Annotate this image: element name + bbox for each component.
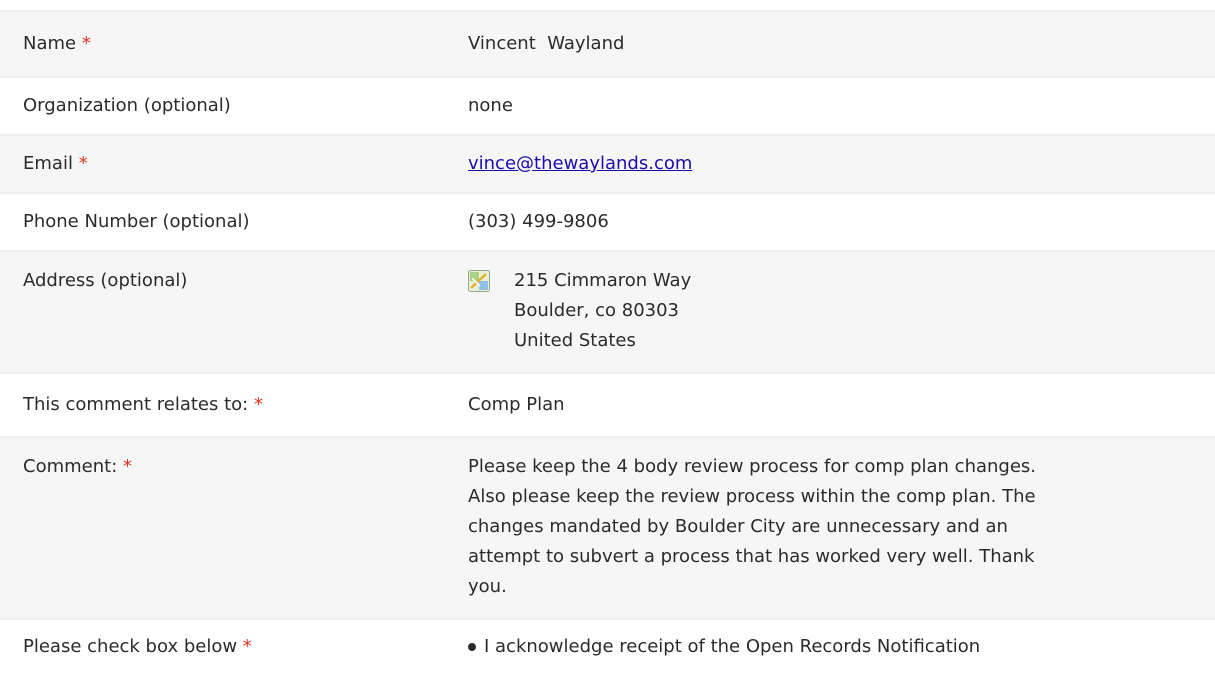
acknowledgement-list: I acknowledge receipt of the Open Record…	[468, 632, 1215, 662]
row-email: Email * vince@thewaylands.com	[0, 134, 1215, 192]
row-phone: Phone Number (optional) (303) 499-9806	[0, 192, 1215, 250]
address-line: 215 Cimmaron Way	[514, 270, 692, 291]
address-line: United States	[514, 330, 636, 351]
organization-value: none	[468, 95, 513, 116]
list-item: I acknowledge receipt of the Open Record…	[468, 632, 1215, 662]
field-label: Phone Number (optional)	[23, 211, 250, 232]
email-link[interactable]: vince@thewaylands.com	[468, 153, 692, 174]
comment-value: Please keep the 4 body review process fo…	[468, 456, 1037, 597]
row-address: Address (optional) 215 Cimmaron Way Boul…	[0, 250, 1215, 372]
address-block: 215 Cimmaron Way Boulder, co 80303 Unite…	[514, 266, 691, 372]
phone-value: (303) 499-9806	[468, 211, 609, 232]
row-name: Name * Vincent Wayland	[0, 10, 1215, 76]
map-icon[interactable]	[468, 270, 490, 292]
field-label: This comment relates to: *	[23, 394, 263, 415]
field-label: Organization (optional)	[23, 95, 231, 116]
submission-table: Name * Vincent Wayland Organization (opt…	[0, 0, 1215, 698]
required-marker: *	[123, 456, 132, 477]
name-value: Vincent Wayland	[468, 33, 625, 54]
required-marker: *	[253, 394, 263, 415]
field-label: Email *	[23, 153, 88, 174]
field-label: Please check box below *	[23, 636, 252, 657]
field-label: Name *	[23, 33, 91, 54]
field-label: Comment: *	[23, 456, 132, 477]
required-marker: *	[242, 636, 252, 657]
row-relates-to: This comment relates to: * Comp Plan	[0, 372, 1215, 436]
row-acknowledgement: Please check box below * I acknowledge r…	[0, 618, 1215, 698]
relates-to-value: Comp Plan	[468, 394, 565, 415]
bullet-icon	[468, 643, 476, 651]
field-label: Address (optional)	[23, 270, 188, 291]
row-organization: Organization (optional) none	[0, 76, 1215, 134]
required-marker: *	[78, 153, 88, 174]
row-comment: Comment: * Please keep the 4 body review…	[0, 436, 1215, 618]
required-marker: *	[81, 33, 91, 54]
address-line: Boulder, co 80303	[514, 300, 680, 321]
